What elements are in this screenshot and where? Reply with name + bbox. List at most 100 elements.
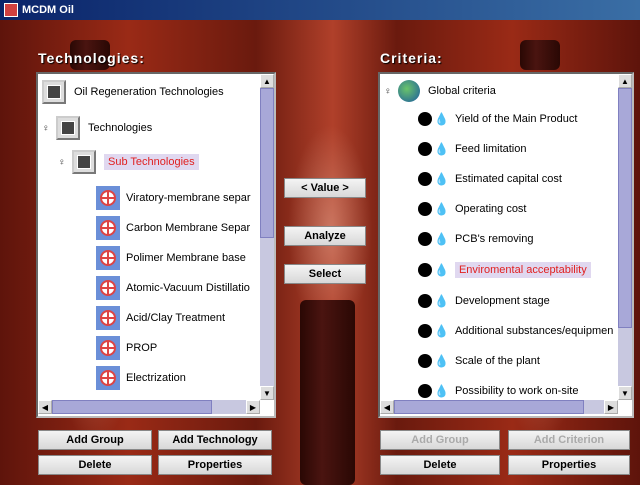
list-item-label: PCB's removing (454, 233, 534, 245)
background-bottle (300, 300, 355, 485)
technology-icon (96, 246, 120, 270)
list-item[interactable]: 💧 Feed limitation (418, 142, 527, 156)
list-item[interactable]: Viratory-membrane separ (96, 186, 251, 210)
technology-icon (96, 306, 120, 330)
bomb-icon (418, 172, 432, 186)
drop-icon: 💧 (434, 172, 449, 186)
list-item-label: Scale of the plant (454, 355, 540, 367)
horizontal-scrollbar[interactable]: ◀ ▶ (38, 400, 260, 414)
bomb-icon (418, 263, 432, 277)
technologies-tree[interactable]: Oil Regeneration Technologies ♀ Technolo… (36, 72, 276, 418)
list-item-label: Possibility to work on-site (454, 385, 579, 397)
list-item-label: Estimated capital cost (454, 173, 562, 185)
vertical-scrollbar[interactable]: ▲ ▼ (260, 74, 274, 400)
list-item[interactable]: 💧 Yield of the Main Product (418, 112, 577, 126)
background-bottle (520, 40, 560, 70)
drop-icon: 💧 (434, 112, 449, 126)
drop-icon: 💧 (434, 142, 449, 156)
folder-icon (72, 150, 96, 174)
list-item-label: Development stage (454, 295, 550, 307)
scroll-thumb[interactable] (394, 400, 584, 414)
add-technology-button[interactable]: Add Technology (158, 430, 272, 450)
expand-pin-icon[interactable]: ♀ (384, 86, 392, 97)
scroll-right-arrow-icon[interactable]: ▶ (604, 400, 618, 414)
drop-icon: 💧 (434, 202, 449, 216)
list-item[interactable]: Acid/Clay Treatment (96, 306, 225, 330)
list-item[interactable]: Electrization (96, 366, 186, 390)
technology-icon (96, 336, 120, 360)
list-item[interactable]: 💧 Additional substances/equipmen (418, 324, 613, 338)
bomb-icon (418, 232, 432, 246)
technology-icon (96, 366, 120, 390)
tree-node-technologies[interactable]: ♀ Technologies (42, 116, 152, 140)
delete-technology-button[interactable]: Delete (38, 455, 152, 475)
scroll-right-arrow-icon[interactable]: ▶ (246, 400, 260, 414)
globe-icon (398, 80, 420, 102)
scroll-thumb[interactable] (52, 400, 212, 414)
bomb-icon (418, 384, 432, 398)
bomb-icon (418, 202, 432, 216)
list-item-label: PROP (126, 342, 158, 354)
list-item[interactable]: 💧 Estimated capital cost (418, 172, 562, 186)
technology-icon (96, 186, 120, 210)
tree-node-sub-technologies[interactable]: ♀ Sub Technologies (58, 150, 199, 174)
list-item-label: Viratory-membrane separ (126, 192, 251, 204)
criterion-properties-button[interactable]: Properties (508, 455, 630, 475)
list-item[interactable]: 💧 Development stage (418, 294, 550, 308)
technologies-header: Technologies: (38, 50, 145, 66)
list-item-label: Additional substances/equipmen (454, 325, 614, 337)
list-item[interactable]: Atomic-Vacuum Distillatio (96, 276, 250, 300)
bomb-icon (418, 112, 432, 126)
list-item-selected[interactable]: 💧 Enviromental acceptability (418, 262, 591, 278)
tree-node-label: Sub Technologies (104, 154, 199, 170)
drop-icon: 💧 (434, 384, 449, 398)
list-item-label: Acid/Clay Treatment (126, 312, 226, 324)
list-item[interactable]: Carbon Membrane Separ (96, 216, 250, 240)
delete-criterion-button[interactable]: Delete (380, 455, 500, 475)
scroll-down-arrow-icon[interactable]: ▼ (618, 386, 632, 400)
scroll-left-arrow-icon[interactable]: ◀ (38, 400, 52, 414)
expand-pin-icon[interactable]: ♀ (42, 123, 50, 134)
list-item[interactable]: 💧 Operating cost (418, 202, 527, 216)
title-bar: MCDM Oil (0, 0, 640, 20)
scroll-left-arrow-icon[interactable]: ◀ (380, 400, 394, 414)
horizontal-scrollbar[interactable]: ◀ ▶ (380, 400, 618, 414)
list-item[interactable]: 💧 Possibility to work on-site (418, 384, 578, 398)
list-item[interactable]: PROP (96, 336, 157, 360)
technology-icon (96, 276, 120, 300)
add-group-button[interactable]: Add Group (38, 430, 152, 450)
scroll-up-arrow-icon[interactable]: ▲ (618, 74, 632, 88)
bomb-icon (418, 294, 432, 308)
app-icon (4, 3, 18, 17)
scroll-thumb[interactable] (260, 88, 274, 238)
list-item-label: Atomic-Vacuum Distillatio (126, 282, 250, 294)
scroll-thumb[interactable] (618, 88, 632, 328)
list-item-label: Polimer Membrane base (126, 252, 246, 264)
bomb-icon (418, 142, 432, 156)
tree-node-label: Technologies (88, 122, 153, 134)
vertical-scrollbar[interactable]: ▲ ▼ (618, 74, 632, 400)
analyze-button[interactable]: Analyze (284, 226, 366, 246)
list-item-label: Carbon Membrane Separ (126, 222, 251, 234)
value-button[interactable]: < Value > (284, 178, 366, 198)
select-button[interactable]: Select (284, 264, 366, 284)
criteria-header: Criteria: (380, 50, 443, 66)
criteria-tree[interactable]: ♀ Global criteria 💧 Yield of the Main Pro… (378, 72, 634, 418)
expand-pin-icon[interactable]: ♀ (58, 157, 66, 168)
tree-node-root[interactable]: Oil Regeneration Technologies (42, 80, 224, 104)
window-title: MCDM Oil (22, 4, 74, 16)
drop-icon: 💧 (434, 354, 449, 368)
list-item-label: Operating cost (454, 203, 527, 215)
list-item[interactable]: Polimer Membrane base (96, 246, 246, 270)
add-criterion-button[interactable]: Add Criterion (508, 430, 630, 450)
technology-icon (96, 216, 120, 240)
list-item[interactable]: 💧 Scale of the plant (418, 354, 540, 368)
tree-node-global-criteria[interactable]: ♀ Global criteria (384, 80, 496, 102)
scroll-up-arrow-icon[interactable]: ▲ (260, 74, 274, 88)
drop-icon: 💧 (434, 294, 449, 308)
technology-properties-button[interactable]: Properties (158, 455, 272, 475)
bomb-icon (418, 354, 432, 368)
scroll-down-arrow-icon[interactable]: ▼ (260, 386, 274, 400)
list-item[interactable]: 💧 PCB's removing (418, 232, 533, 246)
add-criteria-group-button[interactable]: Add Group (380, 430, 500, 450)
